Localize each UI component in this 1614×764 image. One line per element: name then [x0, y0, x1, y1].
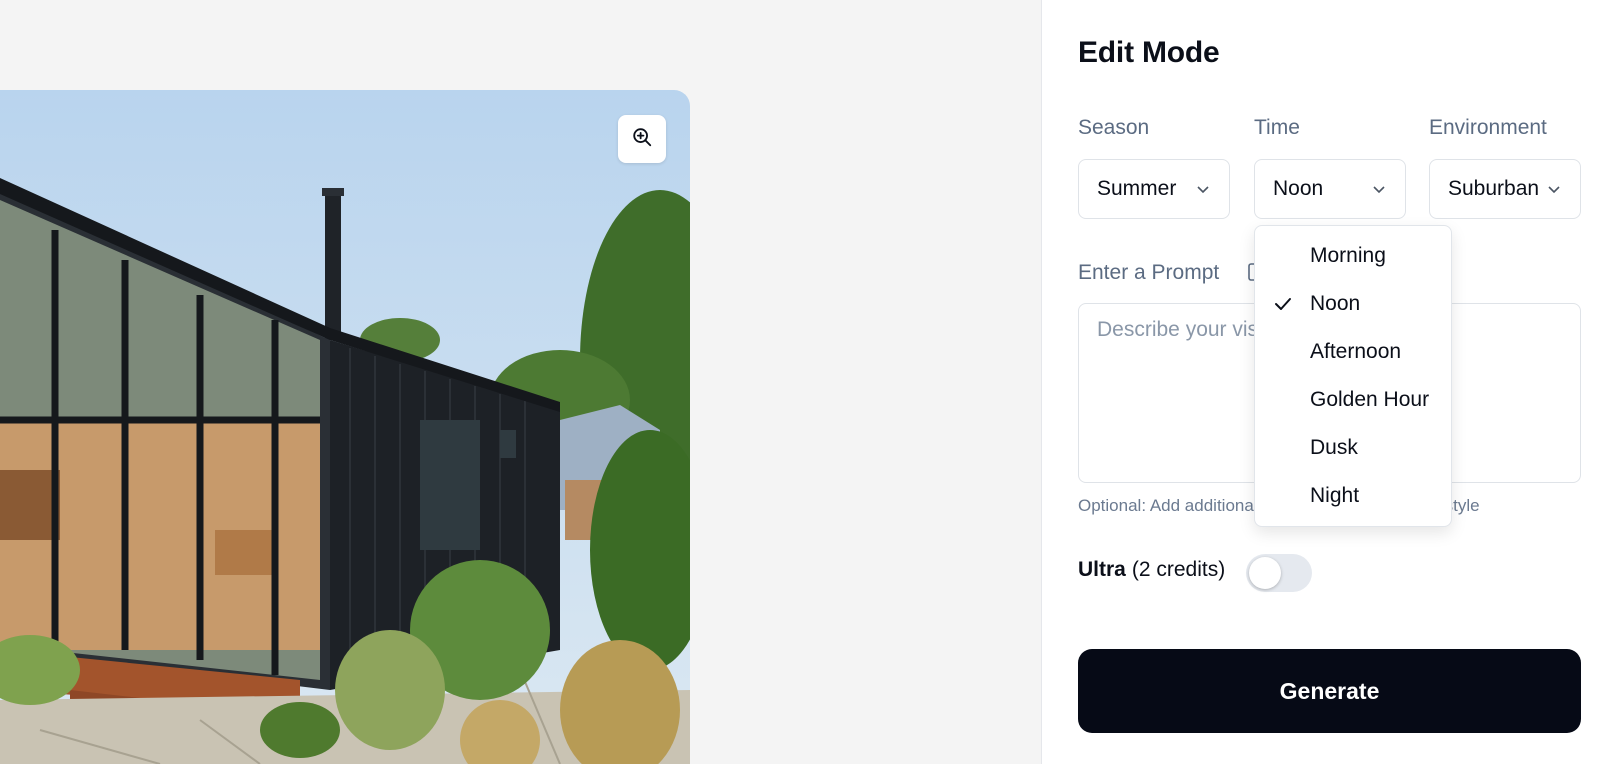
time-label: Time — [1254, 116, 1300, 139]
time-value: Noon — [1273, 177, 1324, 200]
panel-title: Edit Mode — [1078, 36, 1220, 69]
ultra-toggle[interactable] — [1246, 554, 1312, 592]
menu-option-morning[interactable]: Morning — [1255, 232, 1451, 280]
menu-option-night[interactable]: Night — [1255, 472, 1451, 520]
rendered-image — [0, 90, 690, 764]
menu-option-dusk[interactable]: Dusk — [1255, 424, 1451, 472]
generate-button[interactable]: Generate — [1078, 649, 1581, 733]
environment-label: Environment — [1429, 116, 1547, 139]
menu-option-label: Golden Hour — [1310, 388, 1430, 411]
menu-option-label: Afternoon — [1310, 340, 1402, 363]
menu-option-label: Noon — [1310, 292, 1361, 315]
ultra-label: Ultra — [1078, 558, 1126, 581]
menu-option-afternoon[interactable]: Afternoon — [1255, 328, 1451, 376]
prompt-label: Enter a Prompt — [1078, 261, 1220, 284]
ultra-credits: (2 credits) — [1131, 558, 1226, 581]
check-icon — [1273, 294, 1293, 320]
time-dropdown-menu: Morning Noon Afternoon Golden Hour Dusk … — [1254, 225, 1452, 527]
chevron-down-icon — [1546, 181, 1562, 197]
menu-option-label: Morning — [1310, 244, 1386, 267]
time-select[interactable]: Noon — [1254, 159, 1406, 219]
zoom-button[interactable] — [618, 115, 666, 163]
image-canvas — [0, 0, 1041, 764]
menu-option-label: Night — [1310, 484, 1360, 507]
season-value: Summer — [1097, 177, 1177, 200]
toggle-knob — [1249, 557, 1281, 589]
season-select[interactable]: Summer — [1078, 159, 1230, 219]
environment-value: Suburban — [1448, 177, 1540, 200]
season-label: Season — [1078, 116, 1150, 139]
menu-option-noon[interactable]: Noon — [1255, 280, 1451, 328]
menu-option-golden-hour[interactable]: Golden Hour — [1255, 376, 1451, 424]
chevron-down-icon — [1195, 181, 1211, 197]
ultra-row: Ultra (2 credits) — [1078, 558, 1225, 582]
menu-option-label: Dusk — [1310, 436, 1358, 459]
zoom-in-icon — [631, 126, 653, 153]
chevron-down-icon — [1371, 181, 1387, 197]
environment-select[interactable]: Suburban — [1429, 159, 1581, 219]
